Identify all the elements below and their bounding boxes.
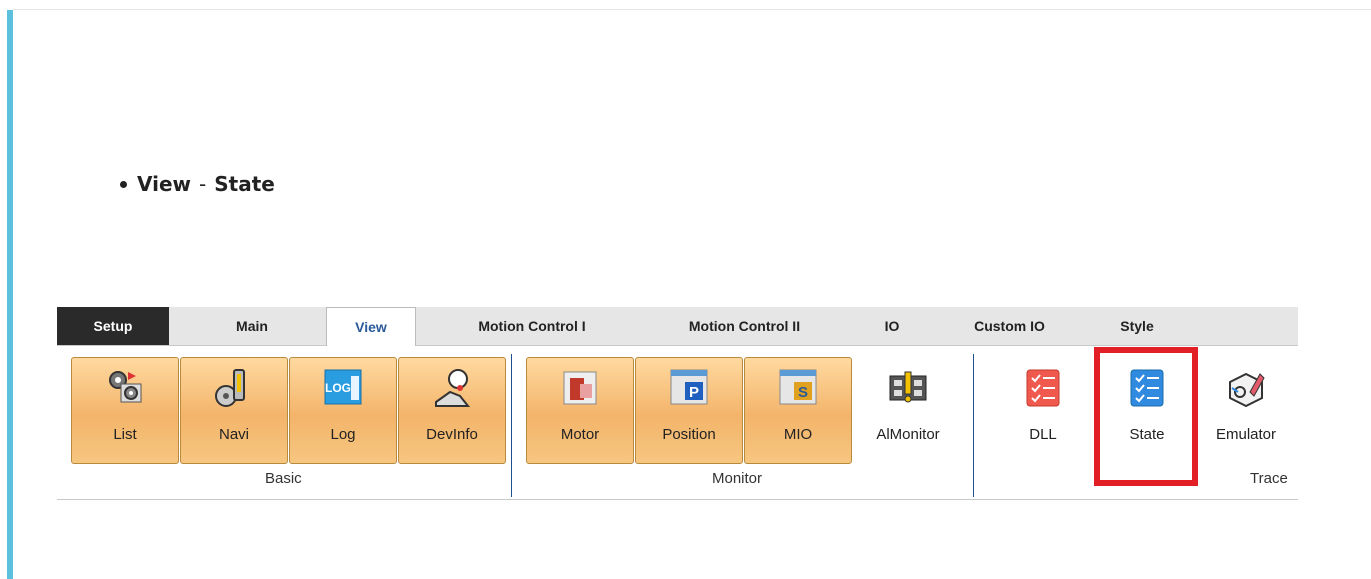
heading-state: State <box>214 172 275 196</box>
group-basic-label: Basic <box>265 470 302 487</box>
devinfo-icon <box>435 369 471 407</box>
motor-button[interactable]: Motor <box>526 357 634 464</box>
emulator-button[interactable]: Emulator <box>1195 357 1297 464</box>
dll-label: DLL <box>1029 426 1057 443</box>
aimonitor-icon <box>889 371 927 403</box>
log-button[interactable]: LOG Log <box>289 357 397 464</box>
position-icon-text: P <box>689 384 699 401</box>
dll-button[interactable]: DLL <box>989 357 1097 464</box>
aimonitor-label: AlMonitor <box>876 426 940 443</box>
group-monitor-label: Monitor <box>712 470 763 487</box>
log-icon: LOG <box>324 369 362 405</box>
tab-main[interactable]: Main <box>207 307 297 345</box>
mio-button[interactable]: S MIO <box>744 357 852 464</box>
tab-bar: Setup Main View Motion Control I Motion … <box>57 307 1298 347</box>
tab-setup[interactable]: Setup <box>57 307 169 345</box>
navi-icon <box>215 369 245 407</box>
state-highlight-box <box>1094 347 1198 486</box>
emulator-icon <box>1229 372 1265 408</box>
tab-view[interactable]: View <box>326 307 416 347</box>
mio-icon-text: S <box>798 384 808 401</box>
navi-button[interactable]: Navi <box>180 357 288 464</box>
left-accent-bar <box>7 10 13 579</box>
heading-bullet: View - State <box>120 172 275 196</box>
heading-separator: - <box>199 172 207 196</box>
top-border <box>13 9 1371 10</box>
heading-view: View <box>137 172 192 196</box>
list-label: List <box>113 426 137 443</box>
tab-style[interactable]: Style <box>1102 307 1172 345</box>
motor-icon <box>563 371 597 405</box>
group-trace-label: Trace <box>1250 470 1288 487</box>
aimonitor-button[interactable]: AlMonitor <box>852 357 964 464</box>
position-button[interactable]: P Position <box>635 357 743 464</box>
bullet-dot <box>120 180 127 188</box>
dll-checklist-icon <box>1026 369 1060 407</box>
position-icon: P <box>670 369 708 405</box>
log-icon-text: LOG <box>325 381 351 395</box>
devinfo-label: DevInfo <box>426 426 478 443</box>
position-label: Position <box>662 426 716 443</box>
ribbon: Setup Main View Motion Control I Motion … <box>57 307 1298 503</box>
motor-label: Motor <box>560 426 600 443</box>
mio-icon: S <box>779 369 817 405</box>
tab-motion-control-2[interactable]: Motion Control II <box>652 307 837 345</box>
devinfo-button[interactable]: DevInfo <box>398 357 506 464</box>
gears-icon <box>109 371 142 403</box>
navi-label: Navi <box>218 426 249 443</box>
list-button[interactable]: List <box>71 357 179 464</box>
mio-label: MIO <box>783 426 813 443</box>
separator-1 <box>511 354 512 497</box>
emulator-label: Emulator <box>1215 426 1277 443</box>
tab-io[interactable]: IO <box>872 307 912 345</box>
tab-motion-control-1[interactable]: Motion Control I <box>442 307 622 345</box>
separator-2 <box>973 354 974 497</box>
log-label: Log <box>330 426 356 443</box>
tab-custom-io[interactable]: Custom IO <box>962 307 1057 345</box>
